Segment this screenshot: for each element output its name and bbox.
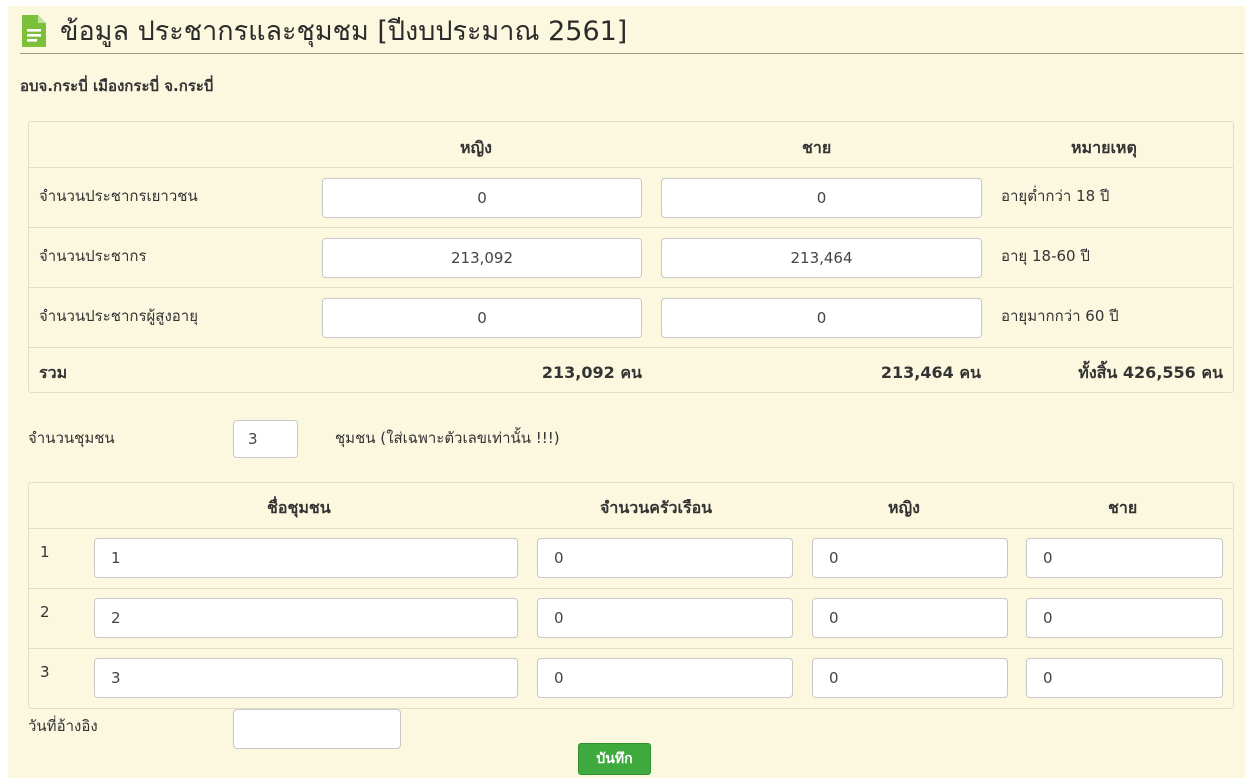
row-number: 2 <box>40 603 50 621</box>
save-button[interactable]: บันทึก <box>578 743 651 775</box>
households-input[interactable] <box>537 538 793 578</box>
document-icon <box>22 15 46 47</box>
community-female-input[interactable] <box>812 538 1008 578</box>
community-name-input[interactable] <box>94 658 518 698</box>
header-community-name: ชื่อชุมชน <box>267 498 331 517</box>
community-female-input[interactable] <box>812 658 1008 698</box>
households-input[interactable] <box>537 658 793 698</box>
header-note: หมายเหตุ <box>1071 138 1137 157</box>
total-all: ทั้งสิ้น 426,556 คน <box>1078 363 1223 382</box>
organization-subtitle: อบจ.กระบี่ เมืองกระบี่ จ.กระบี่ <box>20 77 214 95</box>
community-male-input[interactable] <box>1026 538 1223 578</box>
reference-date-label: วันที่อ้างอิง <box>28 717 98 735</box>
title-row: ข้อมูล ประชากรและชุมชม [ปีงบประมาณ 2561] <box>20 12 1243 54</box>
adult-male-input[interactable] <box>661 238 982 278</box>
note-adult: อายุ 18-60 ปี <box>1001 247 1090 265</box>
row-label-adult: จำนวนประชากร <box>39 247 147 265</box>
total-female: 213,092 คน <box>541 363 642 382</box>
community-name-input[interactable] <box>94 598 518 638</box>
community-count-label: จำนวนชุมชน <box>28 429 115 447</box>
youth-male-input[interactable] <box>661 178 982 218</box>
page-title: ข้อมูล ประชากรและชุมชม [ปีงบประมาณ 2561] <box>60 16 628 47</box>
community-count-hint: ชุมชน (ใส่เฉพาะตัวเลขเท่านั้น !!!) <box>335 429 560 447</box>
youth-female-input[interactable] <box>322 178 642 218</box>
community-name-input[interactable] <box>94 538 518 578</box>
header-female: หญิง <box>460 138 492 157</box>
row-label-elderly: จำนวนประชากรผู้สูงอายุ <box>39 307 199 325</box>
households-input[interactable] <box>537 598 793 638</box>
community-male-input[interactable] <box>1026 598 1223 638</box>
note-elderly: อายุมากกว่า 60 ปี <box>1001 307 1119 325</box>
total-male: 213,464 คน <box>880 363 981 382</box>
header-households: จำนวนครัวเรือน <box>600 498 713 517</box>
total-label: รวม <box>39 363 68 382</box>
row-number: 3 <box>40 663 50 681</box>
header-male: ชาย <box>802 138 832 157</box>
community-female-input[interactable] <box>812 598 1008 638</box>
row-number: 1 <box>40 543 50 561</box>
row-label-youth: จำนวนประชากรเยาวชน <box>39 187 198 205</box>
elderly-male-input[interactable] <box>661 298 982 338</box>
elderly-female-input[interactable] <box>322 298 642 338</box>
adult-female-input[interactable] <box>322 238 642 278</box>
reference-date-input[interactable] <box>233 709 401 749</box>
header-community-male: ชาย <box>1108 498 1138 517</box>
community-male-input[interactable] <box>1026 658 1223 698</box>
community-count-input[interactable] <box>233 420 298 458</box>
note-youth: อายุต่ำกว่า 18 ปี <box>1001 187 1110 205</box>
header-community-female: หญิง <box>888 498 920 517</box>
